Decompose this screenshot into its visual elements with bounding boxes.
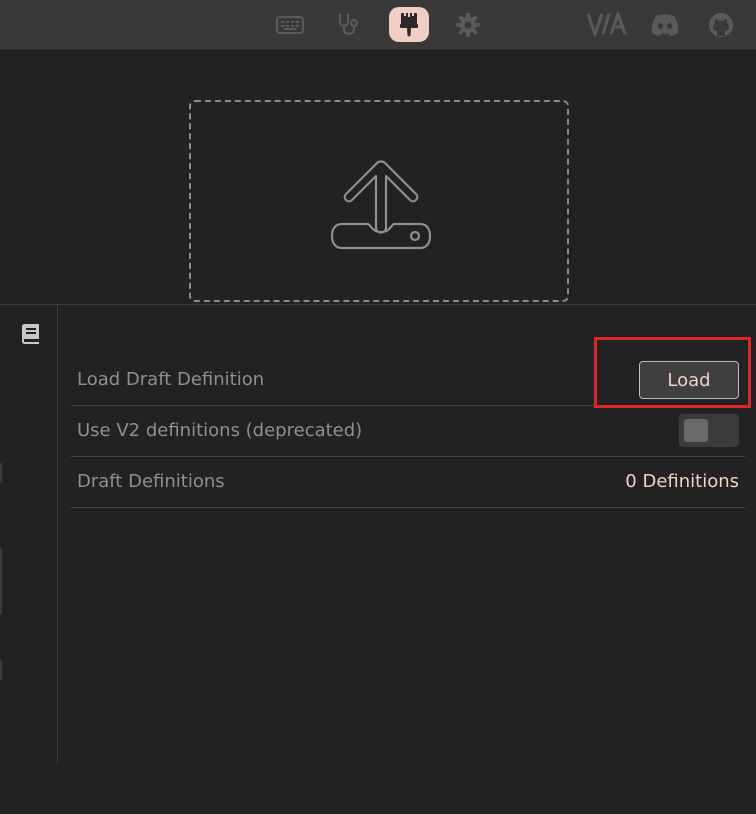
draft-definitions-count: 0 Definitions	[625, 471, 739, 492]
window-edge-mark	[0, 548, 2, 614]
paintbrush-icon	[400, 11, 418, 36]
use-v2-toggle[interactable]	[679, 414, 739, 447]
nav-configure-keyboard[interactable]	[270, 7, 310, 42]
draft-definitions-label: Draft Definitions	[77, 471, 225, 492]
gear-icon	[456, 12, 480, 37]
window-edge-mark	[0, 463, 2, 483]
upload-icon	[330, 160, 432, 250]
toggle-knob	[684, 419, 708, 442]
via-logo-icon	[586, 9, 627, 39]
stethoscope-icon	[338, 13, 359, 35]
highlight-annotation	[594, 337, 751, 408]
load-draft-label: Load Draft Definition	[77, 369, 265, 390]
setting-row-use-v2: Use V2 definitions (deprecated)	[71, 406, 745, 457]
via-link[interactable]	[586, 9, 629, 40]
nav-test-matrix[interactable]	[329, 7, 369, 42]
panel-divider	[0, 304, 756, 305]
discord-icon	[651, 14, 679, 36]
setting-row-draft-definitions: Draft Definitions 0 Definitions	[71, 457, 745, 508]
book-icon	[22, 324, 39, 344]
window-edge-mark	[0, 660, 2, 680]
nav-settings[interactable]	[448, 7, 488, 42]
settings-side-menu	[0, 305, 58, 764]
github-icon	[709, 13, 733, 37]
use-v2-label: Use V2 definitions (deprecated)	[77, 420, 363, 441]
definition-dropzone[interactable]	[189, 100, 569, 302]
side-menu-item-definitions[interactable]	[21, 323, 41, 349]
keyboard-icon	[276, 15, 304, 34]
github-link[interactable]	[708, 12, 734, 42]
nav-design-tab[interactable]	[389, 7, 429, 42]
discord-link[interactable]	[650, 13, 680, 41]
top-nav-bar	[0, 0, 756, 50]
